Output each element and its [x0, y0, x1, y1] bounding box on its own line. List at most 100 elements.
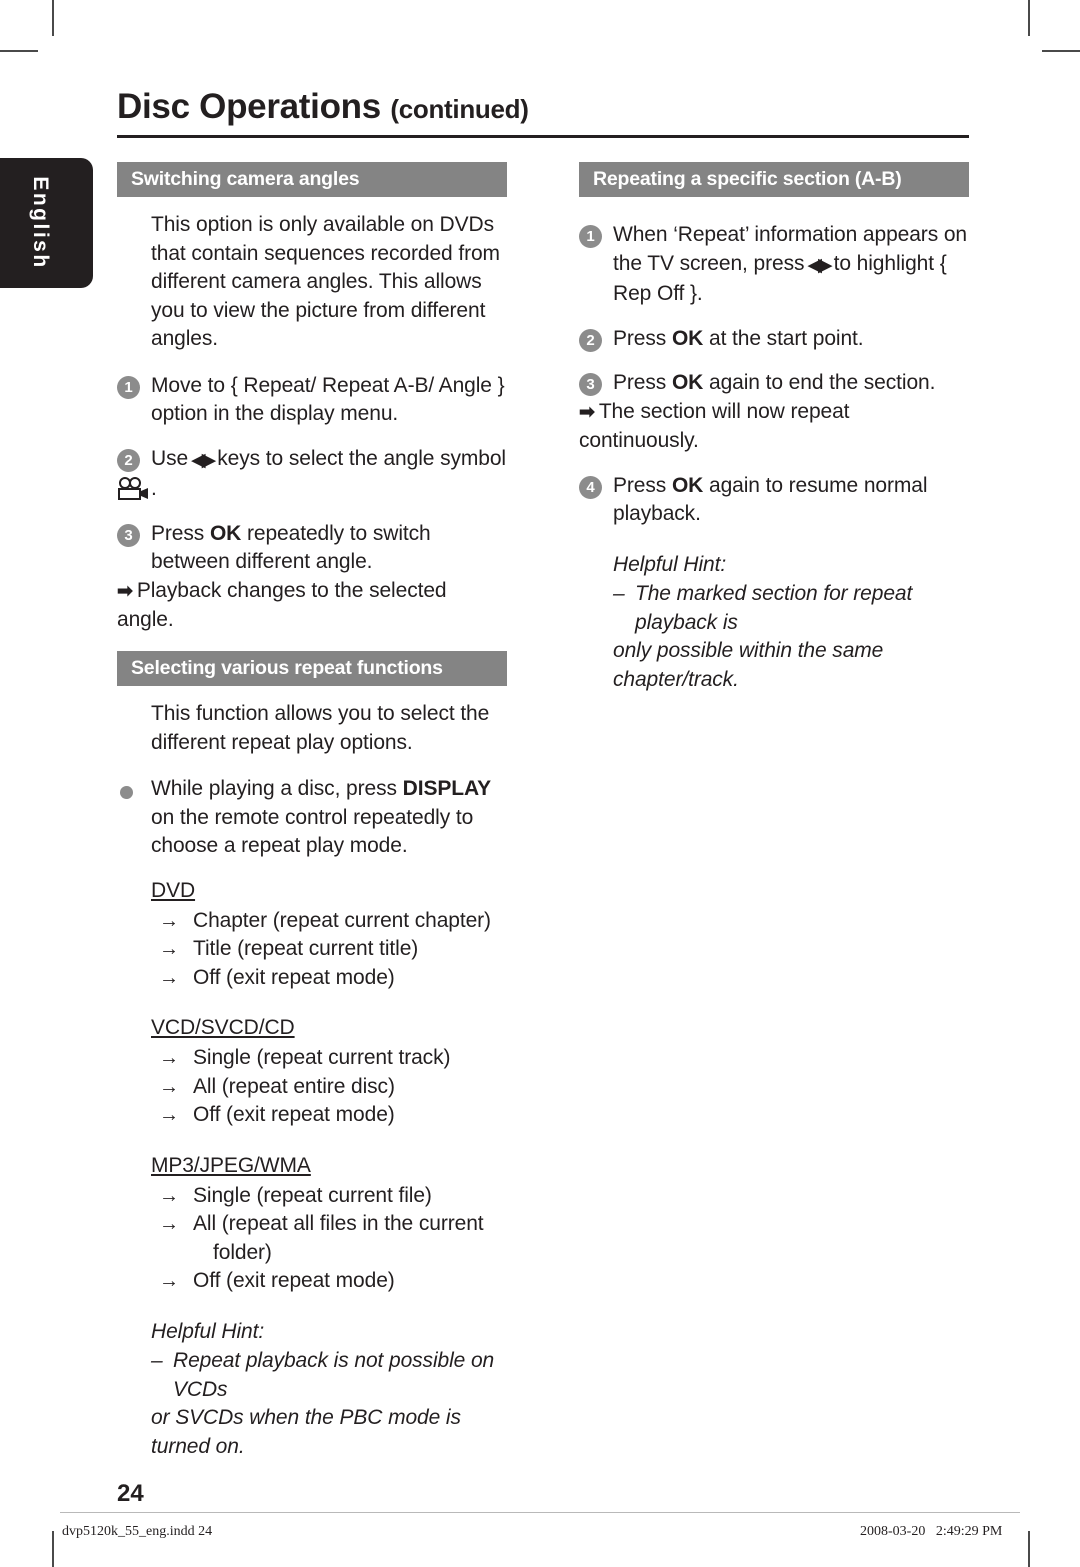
crop-mark-top-right-horizontal — [1042, 50, 1080, 52]
step-number-badge: 3 — [579, 373, 602, 397]
step-result-line: ➡ Playback changes to the selected angle. — [117, 577, 507, 635]
section-heading-repeating-specific-section: Repeating a specific section (A-B) — [579, 162, 969, 198]
bullet-text-after: on the remote control repeatedly to choo… — [151, 805, 474, 858]
step-item: 3 Press OK again to end the section. ➡ Th… — [579, 369, 969, 456]
step-result-text: Playback changes to the selected angle. — [117, 578, 447, 632]
page-title: Disc Operations (continued) — [117, 87, 969, 127]
disc-type-group: DVD → Chapter (repeat current chapter) →… — [117, 877, 507, 993]
step-item: 1 Move to { Repeat/ Repeat A-B/ Angle } … — [117, 372, 507, 429]
bullet-dot-icon — [120, 786, 133, 800]
footer-divider — [60, 1512, 1020, 1513]
repeat-option-row: → Single (repeat current track) — [151, 1044, 507, 1073]
angle-symbol-trailing: . — [151, 477, 157, 501]
crop-mark-top-left-horizontal — [0, 50, 38, 52]
section-heading-selecting-repeat-functions: Selecting various repeat functions — [117, 650, 507, 687]
helpful-hint-line: only possible within the same chapter/tr… — [613, 639, 884, 691]
step-item: 1 When ‘Repeat’ information appears on t… — [579, 221, 969, 309]
helpful-hint-line: The marked section for repeat playback i… — [635, 582, 913, 634]
helpful-hint-title: Helpful Hint: — [151, 1319, 265, 1343]
option-arrow-icon: → — [159, 938, 179, 961]
helpful-hint-block: Helpful Hint: – The marked section for r… — [579, 551, 969, 695]
footer-timestamp: 2008-03-20 2:49:29 PM — [860, 1524, 1003, 1539]
section-heading-switching-camera-angles: Switching camera angles — [117, 162, 507, 198]
step-number-badge: 2 — [117, 448, 140, 472]
crop-mark-bottom-right-vertical — [1028, 1531, 1030, 1567]
option-arrow-icon: → — [159, 909, 179, 932]
repeat-option-text: Title (repeat current title) — [193, 937, 419, 961]
helpful-hint-title: Helpful Hint: — [613, 552, 727, 576]
repeat-option-row: → Off (exit repeat mode) — [151, 964, 507, 993]
camera-angle-icon — [118, 477, 148, 501]
helpful-hint-line: Repeat playback is not possible on VCDs — [173, 1349, 495, 1401]
step-text-before: Press — [613, 473, 667, 497]
disc-type-label: DVD — [151, 878, 196, 902]
page-header: Disc Operations (continued) — [117, 87, 969, 138]
disc-type-label: MP3/JPEG/WMA — [151, 1153, 311, 1177]
page-title-main: Disc Operations — [117, 87, 381, 126]
step-number-badge: 1 — [579, 225, 602, 249]
footer-file-name: dvp5120k_55_eng.indd 24 — [62, 1524, 213, 1539]
repeat-option-text: Off (exit repeat mode) — [193, 1269, 395, 1293]
option-arrow-icon: → — [159, 966, 179, 989]
option-arrow-icon: → — [159, 1104, 179, 1127]
hint-dash-icon: – — [151, 1349, 163, 1373]
step-number-badge: 1 — [117, 375, 140, 399]
step-result-text: The section will now repeat continuously… — [579, 399, 850, 453]
step-item: 2 Press OK at the start point. — [579, 325, 969, 354]
title-divider — [117, 134, 969, 138]
step-text-before: Use — [151, 446, 189, 470]
step-item: 4 Press OK again to resume normal playba… — [579, 472, 969, 529]
left-column: Switching camera angles This option is o… — [117, 162, 507, 1461]
option-arrow-icon: → — [159, 1075, 179, 1098]
left-right-nav-keys-icon: ◀▶ — [191, 449, 216, 471]
step-emphasis-key: OK — [671, 473, 704, 497]
right-column: Repeating a specific section (A-B) 1 Whe… — [579, 162, 969, 694]
step-text-after: keys to select the angle symbol — [217, 446, 506, 470]
crop-mark-top-right-vertical — [1028, 0, 1030, 36]
selecting-repeat-functions-intro: This function allows you to select the d… — [151, 702, 490, 754]
repeat-option-text: Off (exit repeat mode) — [193, 965, 395, 989]
helpful-hint-row: – The marked section for repeat playback… — [613, 580, 969, 694]
step-text-before: Press — [613, 371, 667, 395]
bullet-emphasis-key: DISPLAY — [402, 777, 492, 801]
step-text-before: Press — [151, 521, 205, 545]
helpful-hint-line: or SVCDs when the PBC mode is turned on. — [151, 1406, 461, 1458]
step-item: 3 Press OK repeatedly to switch between … — [117, 520, 507, 635]
step-number-badge: 3 — [117, 523, 140, 547]
repeat-option-continuation: folder) — [213, 1240, 272, 1264]
repeat-option-row: → Off (exit repeat mode) — [151, 1101, 507, 1130]
repeat-option-text: Single (repeat current file) — [193, 1183, 432, 1207]
hint-dash-icon: – — [613, 582, 625, 606]
option-arrow-icon: → — [159, 1047, 179, 1070]
result-arrow-icon: ➡ — [579, 401, 595, 423]
disc-type-group: VCD/SVCD/CD → Single (repeat current tra… — [117, 1014, 507, 1130]
angle-symbol-line: . — [117, 475, 507, 504]
repeat-option-row: → Off (exit repeat mode) — [151, 1267, 507, 1296]
switching-camera-angles-intro: This option is only available on DVDs th… — [151, 213, 500, 351]
disc-type-group: MP3/JPEG/WMA → Single (repeat current fi… — [117, 1152, 507, 1296]
result-arrow-icon: ➡ — [117, 580, 133, 602]
option-arrow-icon: → — [159, 1213, 179, 1236]
page-number: 24 — [117, 1480, 144, 1507]
step-text-before: Press — [613, 326, 667, 350]
step-emphasis-key: OK — [671, 371, 704, 395]
step-text-after: again to end the section. — [709, 371, 936, 395]
repeat-option-text: All (repeat entire disc) — [193, 1074, 395, 1098]
step-number-badge: 4 — [579, 475, 602, 499]
step-emphasis-key: OK — [209, 521, 242, 545]
repeat-option-row: → Title (repeat current title) — [151, 935, 507, 964]
helpful-hint-block: Helpful Hint: – Repeat playback is not p… — [117, 1318, 507, 1462]
step-item: 2 Use ◀▶ keys to select the angle symbol . — [117, 445, 507, 504]
repeat-option-row: → Chapter (repeat current chapter) — [151, 907, 507, 936]
language-tab: English — [0, 158, 93, 288]
repeat-option-row: → All (repeat all files in the current — [151, 1210, 507, 1239]
repeat-option-row: → All (repeat entire disc) — [151, 1073, 507, 1102]
repeat-option-text: Single (repeat current track) — [193, 1046, 451, 1070]
repeat-option-row: → Single (repeat current file) — [151, 1182, 507, 1211]
repeat-option-text: All (repeat all files in the current — [193, 1212, 484, 1236]
repeat-option-text: Off (exit repeat mode) — [193, 1103, 395, 1127]
crop-mark-bottom-left-vertical — [52, 1531, 54, 1567]
bullet-text-before: While playing a disc, press — [151, 777, 397, 801]
step-number-badge: 2 — [579, 328, 602, 352]
disc-type-label: VCD/SVCD/CD — [151, 1016, 295, 1040]
